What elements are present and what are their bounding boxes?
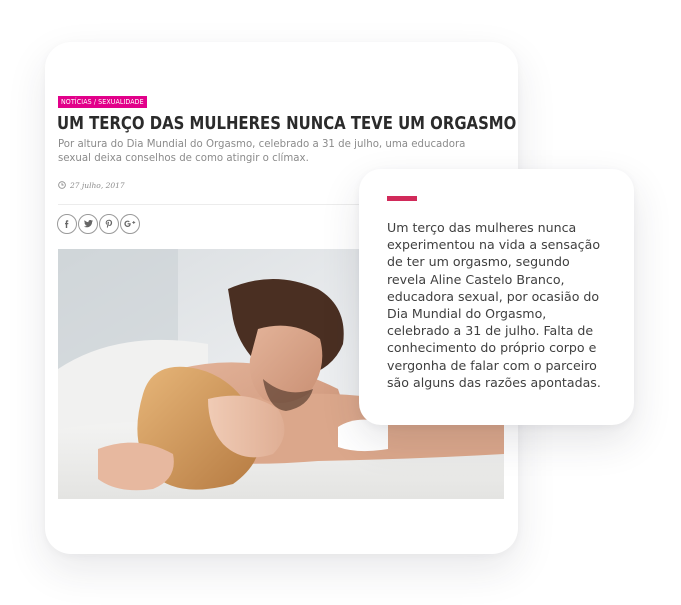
page-canvas: NOTÍCIAS / SEXUALIDADE UM TERÇO DAS MULH… xyxy=(0,0,681,605)
twitter-icon xyxy=(83,219,93,228)
share-pinterest-button[interactable] xyxy=(99,214,119,234)
share-buttons xyxy=(57,214,140,234)
facebook-icon xyxy=(65,220,69,228)
article-excerpt: Por altura do Dia Mundial do Orgasmo, ce… xyxy=(58,139,466,164)
category-badge[interactable]: NOTÍCIAS / SEXUALIDADE xyxy=(58,96,147,108)
clock-icon xyxy=(58,181,66,189)
article-date-row: 27 julho, 2017 xyxy=(58,179,125,191)
divider xyxy=(58,204,378,205)
article-title[interactable]: UM TERÇO DAS MULHERES NUNCA TEVE UM ORGA… xyxy=(57,112,516,136)
share-facebook-button[interactable] xyxy=(57,214,77,234)
share-twitter-button[interactable] xyxy=(78,214,98,234)
article-date: 27 julho, 2017 xyxy=(70,180,125,190)
share-google-plus-button[interactable] xyxy=(120,214,140,234)
google-plus-icon xyxy=(124,220,136,227)
accent-bar xyxy=(387,196,417,201)
quote-text: Um terço das mulheres nunca experimentou… xyxy=(387,220,601,390)
quote-card: Um terço das mulheres nunca experimentou… xyxy=(359,169,634,425)
pinterest-icon xyxy=(105,219,113,229)
